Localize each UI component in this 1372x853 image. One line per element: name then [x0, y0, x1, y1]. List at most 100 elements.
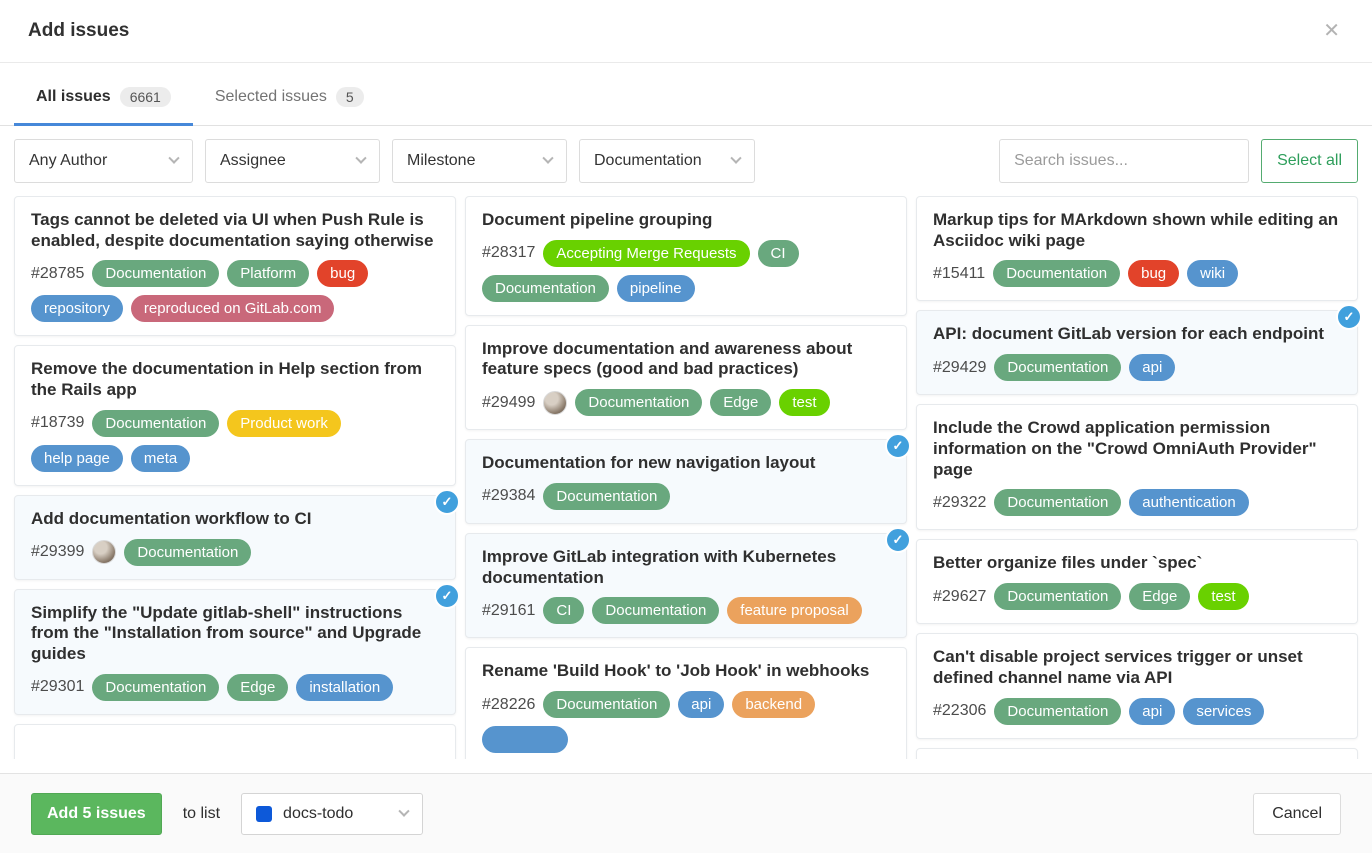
issue-label: meta — [131, 445, 190, 472]
issue-label: Accepting Merge Requests — [543, 240, 749, 267]
chevron-down-icon — [355, 153, 366, 164]
issue-title: Remove the documentation in Help section… — [31, 359, 439, 400]
issue-label: reproduced on GitLab.com — [131, 295, 335, 322]
issue-meta: #28785 DocumentationPlatformbugrepositor… — [31, 260, 439, 322]
issue-label: Documentation — [993, 260, 1120, 287]
tab-bar: All issues 6661 Selected issues 5 — [0, 87, 1372, 126]
issue-card[interactable]: Better organize files under `spec` #2962… — [916, 539, 1358, 624]
issue-label: Documentation — [482, 275, 609, 302]
issue-meta: #29301 DocumentationEdgeinstallation — [31, 674, 439, 701]
issue-label: CI — [543, 597, 584, 624]
issue-title: Markup tips for MArkdown shown while edi… — [933, 210, 1341, 251]
target-list-dropdown[interactable]: docs-todo — [241, 793, 423, 835]
issue-id: #29301 — [31, 678, 84, 696]
tab-label: Selected issues — [215, 88, 327, 106]
tab-all-issues[interactable]: All issues 6661 — [14, 87, 193, 126]
issue-label: Documentation — [92, 260, 219, 287]
cancel-button[interactable]: Cancel — [1253, 793, 1341, 835]
issue-id: #29399 — [31, 543, 84, 561]
issue-title: Add documentation workflow to CI — [31, 509, 439, 530]
issue-label: Documentation — [92, 410, 219, 437]
issue-meta: #28226 Documentationapibackend — [482, 691, 890, 753]
add-issues-button[interactable]: Add 5 issues — [31, 793, 162, 835]
tab-count-badge: 5 — [336, 87, 364, 107]
issue-card[interactable]: ✓ Add documentation workflow to CI #2939… — [14, 495, 456, 580]
issue-meta: #29499 DocumentationEdgetest — [482, 389, 890, 416]
author-filter-dropdown[interactable]: Any Author — [14, 139, 193, 183]
issue-title: Rename 'Build Hook' to 'Job Hook' in web… — [482, 661, 890, 682]
issue-card[interactable]: Remove the documentation in Help section… — [14, 345, 456, 485]
issue-label: feature proposal — [727, 597, 861, 624]
milestone-filter-dropdown[interactable]: Milestone — [392, 139, 567, 183]
selected-check-badge: ✓ — [434, 489, 460, 515]
issue-label: services — [1183, 698, 1264, 725]
issue-card[interactable]: ✓ Documentation for new navigation layou… — [465, 439, 907, 524]
issue-card[interactable]: ✓ Improve GitLab integration with Kubern… — [465, 533, 907, 638]
issue-meta: #29322 Documentationauthentication — [933, 489, 1341, 516]
board-column: Markup tips for MArkdown shown while edi… — [916, 196, 1358, 759]
issue-title: Improve documentation and awareness abou… — [482, 339, 890, 380]
issue-label: api — [678, 691, 724, 718]
issue-meta: #22306 Documentationapiservices — [933, 698, 1341, 725]
issue-title: Include the Crowd application permission… — [933, 418, 1341, 480]
issue-card[interactable]: Include the Crowd application permission… — [916, 404, 1358, 530]
issue-meta: #29384 Documentation — [482, 483, 890, 510]
tab-label: All issues — [36, 88, 111, 106]
issue-card[interactable]: Document pipeline grouping #28317 Accept… — [465, 196, 907, 316]
modal-footer: Add 5 issues to list docs-todo Cancel — [0, 773, 1372, 853]
search-input[interactable] — [999, 139, 1249, 183]
issue-id: #22306 — [933, 702, 986, 720]
issue-card[interactable]: Can't disable project services trigger o… — [916, 633, 1358, 738]
issue-meta: #18739 DocumentationProduct workhelp pag… — [31, 410, 439, 472]
issue-title: Simplify the "Update gitlab-shell" instr… — [31, 603, 439, 665]
chevron-down-icon — [168, 153, 179, 164]
label-filter-value: Documentation — [594, 152, 702, 170]
assignee-avatar — [543, 391, 567, 415]
issue-title: Better organize files under `spec` — [933, 553, 1341, 574]
issue-label: api — [1129, 698, 1175, 725]
issue-meta: #29399 Documentation — [31, 539, 439, 566]
tab-selected-issues[interactable]: Selected issues 5 — [193, 87, 386, 126]
issue-title: Improve GitLab integration with Kubernet… — [482, 547, 890, 588]
label-filter-dropdown[interactable]: Documentation — [579, 139, 755, 183]
issue-card[interactable]: Markup tips for MArkdown shown while edi… — [916, 196, 1358, 301]
issue-title: Tags cannot be deleted via UI when Push … — [31, 210, 439, 251]
issues-board: Tags cannot be deleted via UI when Push … — [0, 196, 1372, 759]
board-column: Tags cannot be deleted via UI when Push … — [14, 196, 456, 759]
issue-label: Documentation — [994, 354, 1121, 381]
close-icon[interactable]: ✕ — [1319, 17, 1344, 45]
issue-label: Documentation — [994, 583, 1121, 610]
issue-card[interactable] — [916, 748, 1358, 759]
selected-check-badge: ✓ — [885, 433, 911, 459]
issue-meta: #28317 Accepting Merge RequestsCIDocumen… — [482, 240, 890, 302]
issue-id: #29384 — [482, 487, 535, 505]
issue-id: #29161 — [482, 602, 535, 620]
issue-card[interactable]: Rename 'Build Hook' to 'Job Hook' in web… — [465, 647, 907, 759]
issue-card[interactable]: ✓ API: document GitLab version for each … — [916, 310, 1358, 395]
issue-title: Document pipeline grouping — [482, 210, 890, 231]
issue-card[interactable]: Improve documentation and awareness abou… — [465, 325, 907, 430]
issue-meta: #29429 Documentationapi — [933, 354, 1341, 381]
assignee-avatar — [92, 540, 116, 564]
chevron-down-icon — [730, 153, 741, 164]
issue-card[interactable] — [14, 724, 456, 759]
assignee-filter-value: Assignee — [220, 152, 286, 170]
issue-id: #28785 — [31, 265, 84, 283]
modal-title: Add issues — [28, 20, 129, 42]
issue-label: repository — [31, 295, 123, 322]
filter-bar: Any Author Assignee Milestone Documentat… — [0, 126, 1372, 196]
issue-label: Product work — [227, 410, 341, 437]
selected-check-badge: ✓ — [885, 527, 911, 553]
assignee-filter-dropdown[interactable]: Assignee — [205, 139, 380, 183]
issue-id: #29322 — [933, 494, 986, 512]
issue-label: help page — [31, 445, 123, 472]
issue-id: #29499 — [482, 394, 535, 412]
select-all-button[interactable]: Select all — [1261, 139, 1358, 183]
issue-id: #29627 — [933, 588, 986, 606]
issue-card[interactable]: Tags cannot be deleted via UI when Push … — [14, 196, 456, 336]
issue-label: installation — [296, 674, 393, 701]
issue-title: Documentation for new navigation layout — [482, 453, 890, 474]
milestone-filter-value: Milestone — [407, 152, 475, 170]
selected-check-badge: ✓ — [434, 583, 460, 609]
issue-card[interactable]: ✓ Simplify the "Update gitlab-shell" ins… — [14, 589, 456, 715]
